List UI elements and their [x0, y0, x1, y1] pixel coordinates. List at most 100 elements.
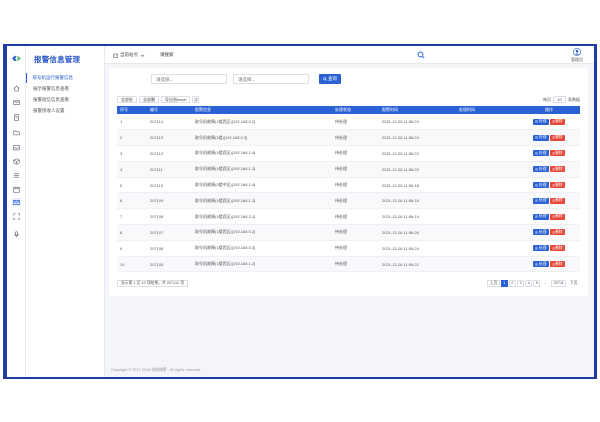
handle-button[interactable]: 处理 [533, 213, 549, 220]
table-row[interactable]: 10 207105 取号机故障(1楼西区)[192.168.1.2] 待处理 2021-… [117, 256, 580, 273]
query-label: 查询 [328, 76, 337, 81]
delete-button[interactable]: 删除 [549, 197, 565, 204]
cell-index: 5 [117, 177, 147, 194]
handle-label: 处理 [538, 261, 547, 266]
delete-label: 删除 [555, 198, 563, 203]
scope-selector[interactable]: 当前站点 [113, 51, 145, 59]
nav-item-display-alarm[interactable]: 展示报警信息查看 [26, 84, 105, 94]
handle-button[interactable]: 处理 [533, 197, 549, 204]
cell-code: 207107 [147, 224, 192, 241]
chevron-down-icon [140, 54, 145, 57]
nav-item-machine-alarm[interactable]: 取号机运行报警信息 [26, 73, 105, 83]
table-row[interactable]: 2 207113 取号机故障(1楼)[192.168.0.3] 待处理 2021-12-… [117, 129, 580, 147]
table-row[interactable]: 3 207112 取号机故障(1楼西区)[192.168.1.4] 待处理 2021-1… [117, 145, 580, 162]
pagination-page[interactable]: 1 [500, 280, 508, 287]
cell-handle-time [456, 114, 518, 131]
rail-list-button[interactable] [12, 171, 21, 179]
delete-button[interactable]: 删除 [549, 118, 565, 125]
cell-message: 取号机故障(1楼西区)[192.168.1.2] [192, 192, 332, 210]
table-row[interactable]: 5 207110 取号机故障(2楼中区)[192.168.1.4] 待处理 2021-1… [117, 177, 580, 194]
page-size-suffix: 条数据 [568, 96, 580, 102]
microphone-icon [14, 230, 19, 237]
delete-button[interactable]: 删除 [549, 213, 565, 220]
delete-button[interactable]: 删除 [549, 150, 565, 157]
refresh-button[interactable] [192, 96, 200, 103]
delete-button[interactable]: 删除 [549, 166, 565, 173]
cell-handle-time [456, 256, 518, 273]
expand-icon [13, 212, 20, 220]
pagination-page[interactable]: 3 [516, 280, 525, 287]
cell-index: 1 [117, 114, 147, 131]
search-input[interactable] [157, 50, 425, 60]
app-frame: 报警信息管理 取号机运行报警信息 展示报警信息查看 报警短信信息查看 报警接收人… [7, 46, 594, 377]
delete-label: 删除 [555, 229, 563, 234]
handle-label: 处理 [538, 166, 547, 171]
rail-home-button[interactable] [12, 84, 21, 92]
refresh-icon [194, 97, 198, 101]
rail-message-button[interactable] [12, 198, 21, 206]
filter-select-2[interactable] [233, 74, 309, 84]
cell-code: 207111 [147, 161, 192, 178]
handle-button[interactable]: 处理 [533, 229, 549, 236]
handle-button[interactable]: 处理 [533, 134, 549, 141]
delete-button[interactable]: 删除 [549, 245, 565, 252]
pagination-prev[interactable]: 上页 [487, 280, 500, 287]
table-row[interactable]: 6 207109 取号机故障(1楼西区)[192.168.1.2] 待处理 2021-1… [117, 192, 580, 210]
page-size-select[interactable]: 10 [553, 96, 566, 103]
search-icon [323, 77, 327, 81]
col-header-code[interactable]: 编号 [147, 106, 192, 114]
rail-inbox-button[interactable] [12, 143, 21, 151]
cube-icon [13, 157, 20, 165]
table-row[interactable]: 7 207108 取号机故障(1楼西区)[192.168.2.2] 待处理 2021-1… [117, 208, 580, 226]
pagination-next[interactable]: 下页 [567, 280, 580, 287]
nav-item-sms-alarm[interactable]: 报警短信信息查看 [26, 95, 105, 105]
col-header-message[interactable]: 报警信息 [192, 106, 332, 114]
delete-button[interactable]: 删除 [549, 261, 565, 268]
col-header-index[interactable]: 序号 [117, 106, 147, 114]
cell-actions: 处理 删除 [518, 114, 580, 131]
delete-button[interactable]: 删除 [549, 182, 565, 189]
delete-button[interactable]: 删除 [549, 134, 565, 141]
rail-cube-button[interactable] [12, 157, 21, 165]
table-row[interactable]: 1 207114 取号机故障(1楼西区)[192.168.0.2] 待处理 2021-1… [117, 114, 580, 131]
cell-alarm-time: 2021-12-26 11:54:24 [379, 240, 456, 257]
handle-label: 处理 [538, 245, 547, 250]
cell-code: 207109 [147, 192, 192, 210]
list-icon [14, 172, 19, 178]
pagination-page[interactable]: 20711 [551, 280, 567, 287]
handle-button[interactable]: 处理 [533, 150, 549, 157]
rail-calendar-button[interactable] [12, 185, 21, 193]
col-header-status[interactable]: 处理状态 [332, 106, 379, 114]
export-excel-button[interactable]: 导出到excel [161, 96, 191, 103]
rail-microphone-button[interactable] [12, 230, 21, 238]
user-menu[interactable]: 管理员 [568, 48, 586, 63]
rail-mail-button[interactable] [12, 98, 21, 106]
handle-button[interactable]: 处理 [533, 245, 549, 252]
handle-button[interactable]: 处理 [533, 118, 549, 125]
cell-code: 207106 [147, 240, 192, 257]
query-button[interactable]: 查询 [319, 74, 341, 84]
rail-expand-button[interactable] [12, 212, 21, 220]
handle-button[interactable]: 处理 [533, 261, 549, 268]
nav-item-receiver-settings[interactable]: 报警接收人设置 [26, 106, 105, 116]
alarm-table: 序号 编号 报警信息 处理状态 报警时间 处理时间 操作 1 207114 取号机故… [117, 106, 580, 273]
rail-document-button[interactable] [12, 113, 21, 121]
pagination-page[interactable]: 2 [508, 280, 516, 287]
col-header-handle-time[interactable]: 处理时间 [456, 106, 518, 114]
col-header-alarm-time[interactable]: 报警时间 [379, 106, 456, 114]
folder-icon [13, 130, 20, 135]
filter-select-1[interactable] [151, 74, 227, 84]
handle-button[interactable]: 处理 [533, 166, 549, 173]
table-row[interactable]: 8 207107 取号机故障(1楼西区)[192.168.0.2] 待处理 2021-1… [117, 224, 580, 241]
delete-button[interactable]: 删除 [549, 229, 565, 236]
table-row[interactable]: 9 207106 取号机故障(1楼西区)[192.168.0.3] 待处理 2021-1… [117, 240, 580, 257]
pagination-page[interactable]: 5 [533, 280, 541, 287]
handle-button[interactable]: 处理 [533, 182, 549, 189]
rail-folder-button[interactable] [12, 128, 21, 136]
delete-all-button[interactable]: 全部删 [139, 96, 159, 103]
table-row[interactable]: 4 207111 取号机故障(1楼西区)[192.168.1.2] 待处理 2021-1… [117, 161, 580, 178]
cell-message: 取号机故障(1楼西区)[192.168.1.4] [192, 145, 332, 162]
search-icon[interactable] [417, 51, 425, 59]
pagination-page[interactable]: 4 [525, 280, 533, 287]
handle-all-button[interactable]: 全部处 [117, 96, 137, 103]
